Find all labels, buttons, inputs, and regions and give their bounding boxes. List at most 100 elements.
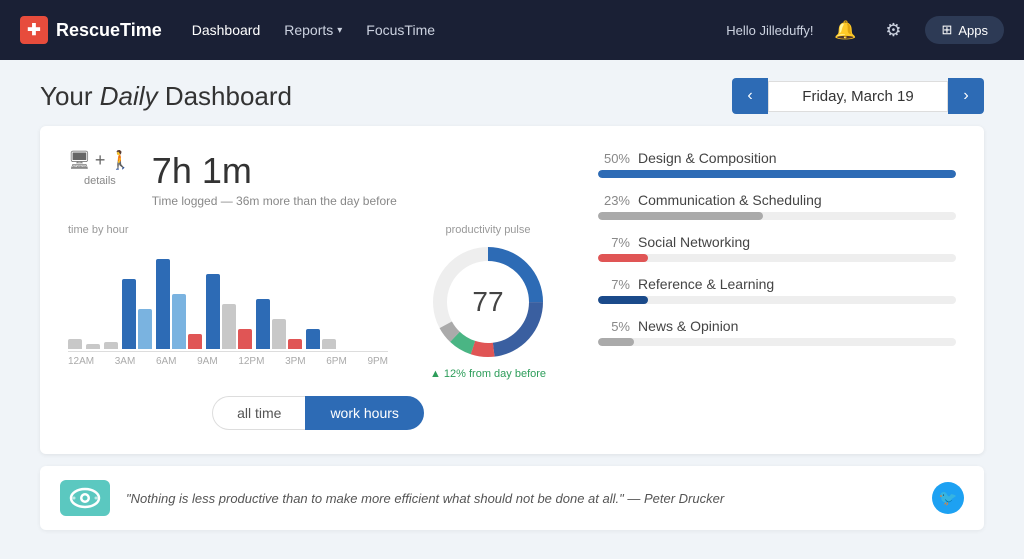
bar-chart-label: time by hour [68,224,388,236]
category-row-3: 7% Reference & Learning [598,276,956,304]
page-title: Your Daily Dashboard [40,81,292,112]
left-panel: 🖥 + 🚶 details 7h 1m Time logged — 36m mo… [68,150,568,430]
bar-group-2 [104,342,118,349]
bar [222,304,236,349]
category-bar-fill-3 [598,296,648,304]
person-icon: 🚶 [109,150,131,171]
stats-row: 🖥 + 🚶 details 7h 1m Time logged — 36m mo… [68,150,568,208]
category-bar-fill-2 [598,254,648,262]
category-name-2: Social Networking [638,234,750,250]
bar [306,329,320,349]
category-row-0: 50% Design & Composition [598,150,956,178]
donut-value: 77 [472,286,503,318]
quote-bar: "Nothing is less productive than to make… [40,466,984,530]
twitter-icon: 🐦 [939,489,958,507]
category-pct-2: 7% [598,235,630,250]
bar-group-3 [122,279,152,349]
bar-group-6 [256,299,302,349]
right-panel: 50% Design & Composition 23% Communicati… [598,150,956,430]
category-header-4: 5% News & Opinion [598,318,956,334]
next-date-button[interactable]: › [948,78,984,114]
donut-area: productivity pulse [408,224,568,380]
category-bar-fill-0 [598,170,956,178]
apps-label: Apps [958,23,988,38]
twitter-button[interactable]: 🐦 [932,482,964,514]
bar-group-7 [306,329,336,349]
category-bar-track-4 [598,338,956,346]
bar [288,339,302,349]
nav-greeting: Hello Jilleduffy! [726,23,813,38]
nav-focustime[interactable]: FocusTime [366,22,435,38]
work-hours-button[interactable]: work hours [305,396,423,430]
nav-dashboard[interactable]: Dashboard [192,22,261,38]
bar [188,334,202,349]
bar [156,259,170,349]
bar [68,339,82,349]
bar [272,319,286,349]
bar-group-0 [68,339,82,349]
quote-text: "Nothing is less productive than to make… [126,491,916,506]
bar-group-1 [86,344,100,349]
all-time-button[interactable]: all time [212,396,305,430]
category-header-0: 50% Design & Composition [598,150,956,166]
logo-text: RescueTime [56,20,162,41]
bar [122,279,136,349]
bar [206,274,220,349]
bar [104,342,118,349]
device-icons-row: 🖥 + 🚶 [68,150,132,171]
logo-icon: ✚ [20,16,48,44]
category-bar-fill-1 [598,212,763,220]
bar-chart-times: 12AM 3AM 6AM 9AM 12PM 3PM 6PM 9PM [68,356,388,367]
category-bar-fill-4 [598,338,634,346]
bar-group-4 [156,259,202,349]
category-pct-4: 5% [598,319,630,334]
bar-chart [68,242,388,352]
settings-icon[interactable]: ⚙ [877,14,909,46]
time-subtitle: Time logged — 36m more than the day befo… [152,194,397,208]
category-row-2: 7% Social Networking [598,234,956,262]
time-value: 7h 1m [152,150,397,192]
apps-button[interactable]: ⊞ Apps [925,16,1004,44]
prev-date-button[interactable]: ‹ [732,78,768,114]
category-name-0: Design & Composition [638,150,777,166]
date-display: Friday, March 19 [768,81,948,112]
nav-links: Dashboard Reports ▾ FocusTime [192,22,727,38]
charts-row: time by hour [68,224,568,380]
category-row-4: 5% News & Opinion [598,318,956,346]
nav-right: Hello Jilleduffy! 🔔 ⚙ ⊞ Apps [726,14,1004,46]
device-icons: 🖥 + 🚶 details [68,150,132,187]
quote-icon [60,480,110,516]
time-stat: 7h 1m Time logged — 36m more than the da… [152,150,397,208]
category-name-3: Reference & Learning [638,276,774,292]
category-pct-1: 23% [598,193,630,208]
bar [86,344,100,349]
category-bar-track-0 [598,170,956,178]
category-pct-3: 7% [598,277,630,292]
bar [322,339,336,349]
notification-icon[interactable]: 🔔 [829,14,861,46]
category-bar-track-1 [598,212,956,220]
bar [138,309,152,349]
dashboard-body: 🖥 + 🚶 details 7h 1m Time logged — 36m mo… [40,126,984,454]
category-name-4: News & Opinion [638,318,738,334]
donut-label: productivity pulse [408,224,568,236]
bar [256,299,270,349]
bar-group-5 [206,274,252,349]
category-header-3: 7% Reference & Learning [598,276,956,292]
logo[interactable]: ✚ RescueTime [20,16,162,44]
bar [172,294,186,349]
nav-reports[interactable]: Reports ▾ [284,22,342,38]
main-content: Your Daily Dashboard ‹ Friday, March 19 … [0,60,1024,530]
navbar: ✚ RescueTime Dashboard Reports ▾ FocusTi… [0,0,1024,60]
apps-icon: ⊞ [941,22,952,38]
donut-container: 77 [428,242,548,362]
donut-footer: ▲ 12% from day before [408,368,568,380]
category-row-1: 23% Communication & Scheduling [598,192,956,220]
category-bar-track-3 [598,296,956,304]
category-pct-0: 50% [598,151,630,166]
details-link[interactable]: details [84,175,116,187]
time-filter: all time work hours [68,396,568,430]
category-header-1: 23% Communication & Scheduling [598,192,956,208]
bar [238,329,252,349]
category-bar-track-2 [598,254,956,262]
